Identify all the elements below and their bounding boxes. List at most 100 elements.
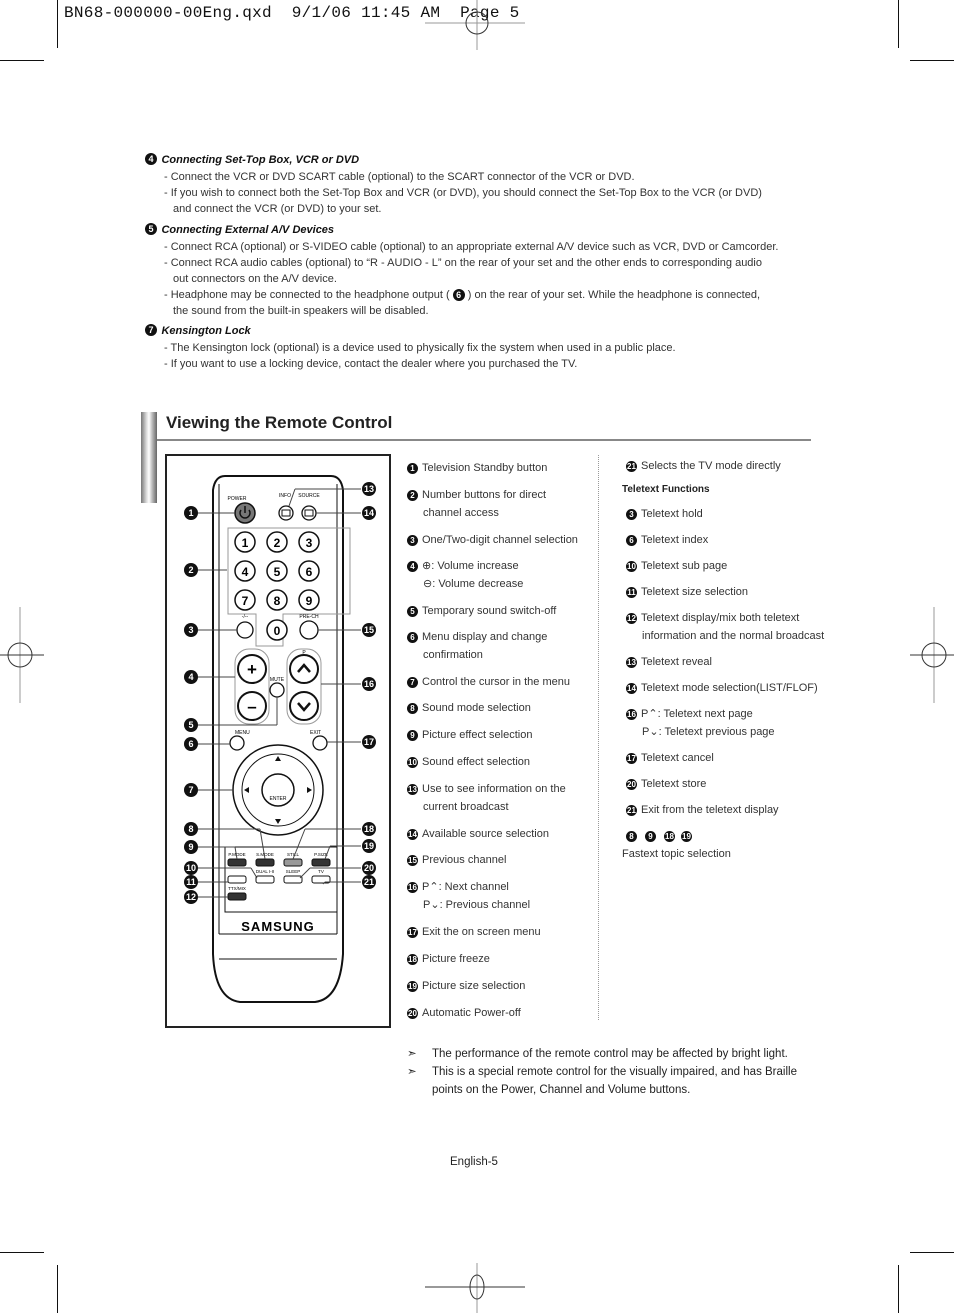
item-number: 8 — [626, 830, 637, 842]
pmode-button — [227, 858, 247, 867]
crop-mark — [57, 0, 58, 48]
item-number: 6 — [407, 631, 418, 643]
bullet-text: - Connect RCA audio cables (optional) to… — [164, 257, 762, 269]
item-text: Teletext sub page — [641, 560, 728, 572]
registration-mark-bottom — [425, 1263, 525, 1313]
item-text: Teletext mode selection(LIST/FLOF) — [641, 682, 818, 694]
fastext-label: Fastext topic selection — [622, 848, 731, 860]
info-label: INFO — [279, 493, 291, 499]
function-item: 1 Television Standby button — [407, 459, 597, 477]
crop-mark — [910, 1252, 954, 1253]
item-number: 17 — [626, 752, 637, 764]
function-item: 6 Menu display and change confirmation — [407, 628, 597, 664]
bullet-text: out connectors on the A/V device. — [173, 273, 337, 285]
item-number: 10 — [626, 560, 637, 572]
page-footer: English-5 — [450, 1156, 498, 1168]
function-item: 17 Teletext cancel — [626, 749, 837, 767]
digit-button-6: 6 — [306, 565, 313, 579]
bullet-text: - The Kensington lock (optional) is a de… — [164, 342, 676, 354]
column-divider — [598, 455, 599, 1020]
item-number: 8 — [407, 702, 418, 714]
bullet-text-headphone: - Headphone may be connected to the head… — [164, 287, 825, 303]
slug-date: 9/1/06 — [291, 4, 352, 22]
callout-7: 7 — [184, 783, 198, 797]
teletext-heading: Teletext Functions — [622, 484, 710, 495]
item-text: Use to see information on the — [422, 783, 566, 795]
function-item: 10 Sound effect selection — [407, 753, 597, 771]
ttx-mix-button — [227, 892, 247, 901]
callout-17: 17 — [362, 735, 376, 749]
digit-button-0: 0 — [274, 624, 281, 638]
bullet-text: - If you wish to connect both the Set-To… — [164, 187, 762, 199]
chevron-down-circle-icon: ⌄ — [430, 899, 440, 911]
item-text: Teletext store — [641, 778, 707, 790]
function-item: 7 Control the cursor in the menu — [407, 673, 597, 691]
callout-18: 18 — [362, 822, 376, 836]
function-item: 4 ⊕: Volume increase ⊖: Volume decrease — [407, 557, 597, 593]
item-number: 9 — [407, 729, 418, 741]
callout-8: 8 — [184, 822, 198, 836]
item-number: 9 — [645, 830, 656, 842]
function-item: 13 Use to see information on the current b… — [407, 780, 597, 816]
note-text: The performance of the remote control ma… — [432, 1048, 788, 1060]
source-button — [301, 505, 317, 521]
bullet-text: - If you want to use a locking device, c… — [164, 358, 578, 370]
item-text: Teletext size selection — [641, 586, 748, 598]
teletext-size-button — [227, 875, 247, 884]
note-text: This is a special remote control for the… — [432, 1066, 797, 1078]
section-number-badge: 7 — [145, 323, 157, 336]
function-item: 17 Exit the on screen menu — [407, 923, 597, 941]
callout-21: 21 — [362, 875, 376, 889]
digit-button-1: 1 — [242, 536, 249, 550]
item-number: 15 — [407, 854, 418, 866]
svg-text:–: – — [247, 697, 256, 716]
channel-up-button — [289, 654, 319, 684]
source-label: SOURCE — [298, 493, 320, 499]
remote-control-illustration: POWER INFO SOURCE 1 2 3 4 5 6 7 8 9 0 -/… — [197, 475, 361, 1003]
dash-label: -/-- — [242, 614, 249, 620]
item-text: Automatic Power-off — [422, 1007, 521, 1019]
connection-section-kensington: 7 Kensington Lock - The Kensington lock … — [145, 321, 825, 372]
dash-button — [236, 621, 254, 639]
function-item: 6 Teletext index — [626, 531, 837, 549]
item-number: 14 — [626, 682, 637, 694]
note-item: ➣ The performance of the remote control m… — [407, 1045, 827, 1063]
dual-label: DUAL I-II — [256, 869, 274, 874]
item-number: 4 — [407, 560, 418, 572]
item-text: : Teletext next page — [657, 708, 753, 720]
note-item: ➣ This is a special remote control for th… — [407, 1063, 827, 1081]
item-text: Selects the TV mode directly — [641, 460, 781, 472]
registration-mark-left — [0, 607, 44, 703]
item-number: 16 — [407, 881, 418, 893]
item-number: 20 — [626, 778, 637, 790]
info-button — [278, 505, 294, 521]
connection-section-stb: 4 Connecting Set-Top Box, VCR or DVD - C… — [145, 150, 825, 217]
sleep-label: SLEEP — [286, 869, 301, 874]
item-text: : Next channel — [438, 881, 509, 893]
function-item: 21 Exit from the teletext display — [626, 801, 837, 819]
item-text: information and the normal broadcast — [642, 630, 825, 642]
item-text: Exit from the teletext display — [641, 804, 779, 816]
item-number: 5 — [407, 605, 418, 617]
item-number: 11 — [626, 586, 637, 598]
function-item: 16 P⌃: Teletext next page P⌄: Teletext pre… — [626, 705, 837, 741]
function-item: 3 Teletext hold — [626, 505, 837, 523]
item-number: 18 — [407, 953, 418, 965]
section-number-badge: 5 — [145, 222, 157, 235]
item-text: Teletext cancel — [641, 752, 714, 764]
crop-mark — [910, 60, 954, 61]
item-text: confirmation — [423, 649, 483, 661]
digit-button-3: 3 — [306, 536, 313, 550]
function-item: 8 Sound mode selection — [407, 699, 597, 717]
item-number: 17 — [407, 926, 418, 938]
callout-12: 12 — [184, 890, 198, 904]
item-text: Previous channel — [422, 854, 507, 866]
notes: ➣ The performance of the remote control m… — [407, 1045, 827, 1099]
item-number: 21 — [626, 460, 637, 472]
exit-button — [312, 735, 328, 751]
sleep-button — [283, 875, 303, 884]
item-text: Teletext hold — [641, 508, 703, 520]
item-text: Number buttons for direct — [422, 489, 547, 501]
callout-13: 13 — [362, 482, 376, 496]
function-item: 19 Picture size selection — [407, 977, 597, 995]
